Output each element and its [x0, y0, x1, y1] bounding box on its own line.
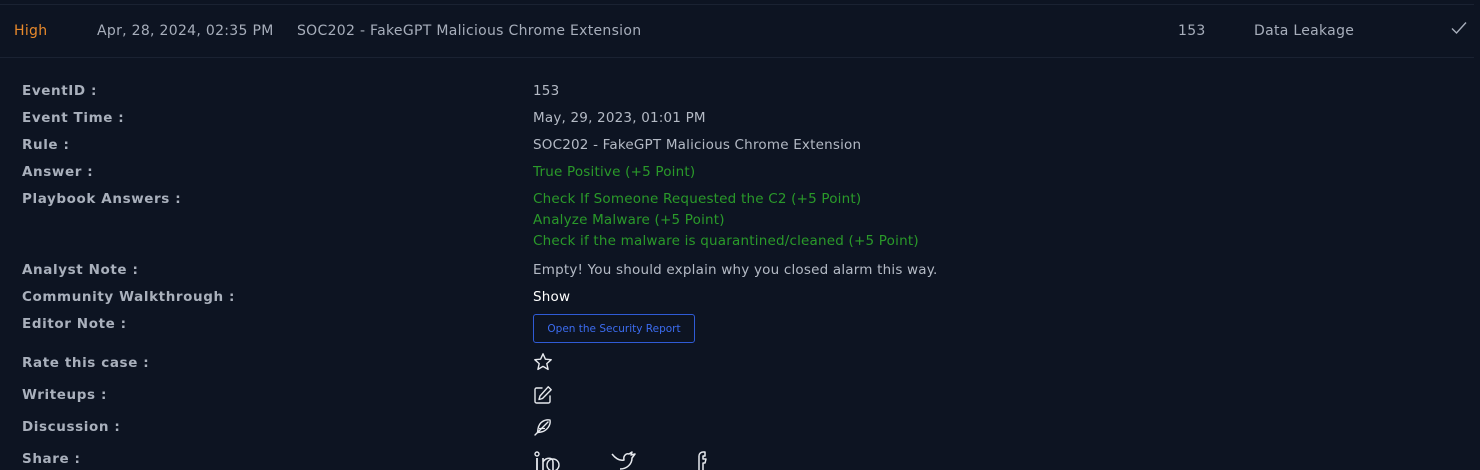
scrollbar[interactable]: [1474, 0, 1480, 469]
community-walkthrough-label: Community Walkthrough :: [22, 289, 236, 305]
alert-details: EventID : 153 Event Time : May, 29, 2023…: [0, 0, 1480, 470]
answer-label: Answer :: [22, 164, 94, 180]
twitter-icon[interactable]: [610, 450, 638, 470]
alert-event-id: 153: [1178, 23, 1206, 39]
answer-value: True Positive (+5 Point): [533, 164, 696, 180]
writeups-label: Writeups :: [22, 387, 107, 403]
playbook-answer-item: Analyze Malware (+5 Point): [533, 212, 725, 228]
social-icon[interactable]: [690, 450, 710, 470]
alert-row[interactable]: High Apr, 28, 2024, 02:35 PM SOC202 - Fa…: [0, 5, 1480, 58]
alert-type: Data Leakage: [1254, 23, 1355, 39]
rule-value: SOC202 - FakeGPT Malicious Chrome Extens…: [533, 137, 862, 153]
analyst-note-label: Analyst Note :: [22, 262, 139, 278]
event-id-label: EventID :: [22, 83, 97, 99]
linkedin-icon[interactable]: [533, 450, 560, 470]
event-time-value: May, 29, 2023, 01:01 PM: [533, 110, 706, 126]
event-id-value: 153: [533, 83, 560, 99]
rule-label: Rule :: [22, 137, 70, 153]
event-time-label: Event Time :: [22, 110, 125, 126]
severity-label: High: [14, 23, 48, 39]
check-icon[interactable]: [1450, 19, 1468, 37]
discussion-label: Discussion :: [22, 419, 121, 435]
open-security-report-button[interactable]: Open the Security Report: [533, 314, 695, 343]
star-icon[interactable]: [533, 352, 553, 372]
alert-date: Apr, 28, 2024, 02:35 PM: [97, 23, 274, 39]
playbook-answer-item: Check if the malware is quarantined/clea…: [533, 233, 919, 249]
editor-note-label: Editor Note :: [22, 316, 127, 332]
edit-icon[interactable]: [533, 385, 553, 405]
show-walkthrough-link[interactable]: Show: [533, 289, 570, 305]
rate-case-label: Rate this case :: [22, 355, 150, 371]
playbook-answer-item: Check If Someone Requested the C2 (+5 Po…: [533, 191, 862, 207]
alert-rule: SOC202 - FakeGPT Malicious Chrome Extens…: [297, 23, 642, 39]
feather-icon[interactable]: [533, 417, 553, 437]
analyst-note-value: Empty! You should explain why you closed…: [533, 262, 938, 278]
playbook-answers-label: Playbook Answers :: [22, 191, 182, 207]
share-label: Share :: [22, 451, 81, 467]
